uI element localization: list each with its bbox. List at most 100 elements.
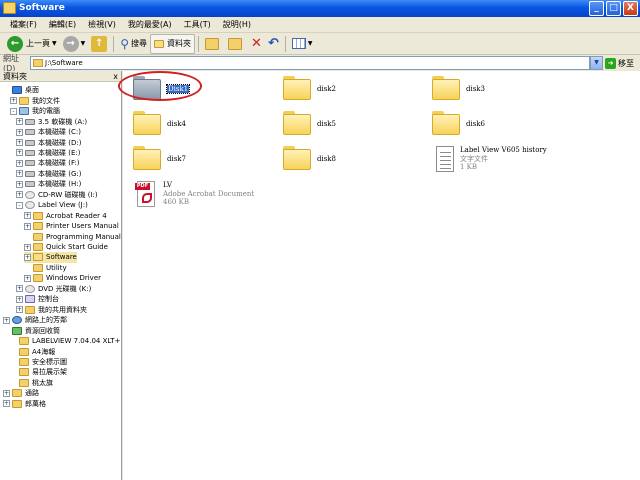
file-item[interactable]: disk2 <box>283 76 336 100</box>
tree-node-label: 桃太旗 <box>32 378 53 387</box>
expand-icon[interactable]: + <box>24 212 31 220</box>
tree-node[interactable]: + 控制台 <box>16 294 59 305</box>
back-button[interactable]: ← 上一頁 ▼ <box>4 34 60 54</box>
up-folder-button[interactable]: ↑ <box>88 34 110 54</box>
tree-node[interactable]: + 通路 <box>3 388 39 399</box>
maximize-button[interactable]: □ <box>606 1 621 16</box>
minimize-button[interactable]: _ <box>589 1 604 16</box>
menu-edit[interactable]: 編輯(E) <box>43 17 82 33</box>
menu-help[interactable]: 說明(H) <box>217 17 257 33</box>
expand-icon[interactable]: + <box>3 400 10 408</box>
tree-node[interactable]: + 網路上的芳鄰 <box>3 315 67 326</box>
delete-button[interactable]: ✕ <box>248 34 265 54</box>
folders-button[interactable]: 資料夾 <box>150 33 196 54</box>
tree-node-label: Printer Users Manual <box>46 222 119 231</box>
file-item[interactable]: disk7 <box>133 146 186 170</box>
expand-icon[interactable]: + <box>10 97 17 105</box>
views-icon <box>291 38 306 49</box>
search-button[interactable]: ⚲ 搜尋 <box>117 34 150 54</box>
file-item[interactable]: disk5 <box>283 111 336 135</box>
menu-favorites[interactable]: 我的最愛(A) <box>122 17 178 33</box>
tree-node[interactable]: 桌面 <box>3 85 39 96</box>
tree-node[interactable]: + Printer Users Manual <box>24 221 119 232</box>
close-pane-button[interactable]: x <box>113 71 118 82</box>
drive-icon <box>25 149 35 156</box>
copy-to-button[interactable] <box>225 34 248 54</box>
tree-node[interactable]: 易拉展示架 <box>10 367 67 378</box>
tree-node[interactable]: + 郎萬格 <box>3 399 46 410</box>
expand-icon[interactable]: + <box>24 253 31 261</box>
file-name: LV <box>163 181 172 189</box>
expand-icon[interactable]: + <box>3 389 10 397</box>
file-item[interactable]: disk4 <box>133 111 186 135</box>
expand-icon[interactable]: + <box>16 159 23 167</box>
go-button[interactable]: ➜ 移至 <box>605 56 634 70</box>
expand-icon[interactable]: + <box>16 170 23 178</box>
expand-icon[interactable]: + <box>16 149 23 157</box>
tree-node[interactable]: - Label View (J:) <box>16 200 88 211</box>
tree-node[interactable]: + 本機磁碟 (D:) <box>16 137 81 148</box>
tree-node[interactable]: + DVD 光碟機 (K:) <box>16 284 91 295</box>
expand-icon[interactable]: + <box>24 243 31 251</box>
tree-node[interactable]: A4海報 <box>10 346 55 357</box>
file-size: 460 KB <box>163 198 189 206</box>
expand-icon[interactable]: + <box>16 139 23 146</box>
menu-file[interactable]: 檔案(F) <box>4 17 43 33</box>
menu-view[interactable]: 檢視(V) <box>82 17 122 33</box>
drive-icon <box>25 129 35 136</box>
tree-node[interactable]: Programming Manual <box>24 231 121 242</box>
expand-icon[interactable]: + <box>16 306 23 314</box>
expand-icon[interactable]: + <box>16 118 23 126</box>
address-dropdown-button[interactable]: ▼ <box>590 56 603 70</box>
tree-node[interactable]: + CD-RW 磁碟機 (I:) <box>16 190 98 201</box>
tree-node[interactable]: 資源回收筒 <box>3 325 60 336</box>
cd-icon <box>25 190 35 199</box>
views-button[interactable]: ▼ <box>289 34 316 54</box>
title-bar[interactable]: Software _ □ X <box>0 0 640 17</box>
close-button[interactable]: X <box>623 1 638 16</box>
file-item[interactable]: PDF LV Adobe Acrobat Document 460 KB <box>133 181 254 207</box>
address-input[interactable]: J:\Software <box>30 56 590 70</box>
tree-node[interactable]: + Quick Start Guide <box>24 242 108 253</box>
tree-node-label: 易拉展示架 <box>32 368 67 377</box>
expand-icon[interactable]: + <box>24 274 31 282</box>
expand-icon[interactable]: + <box>16 180 23 188</box>
tree-node[interactable]: + 我的文件 <box>10 95 60 106</box>
tree-node-label: 本機磁碟 (D:) <box>38 138 82 147</box>
expand-icon[interactable]: + <box>16 191 23 199</box>
file-type: 文字文件 <box>460 154 488 163</box>
menu-tools[interactable]: 工具(T) <box>178 17 217 33</box>
file-item[interactable]: Label View V605 history 文字文件 1 KB <box>432 146 547 172</box>
tree-node[interactable]: + 本機磁碟 (C:) <box>16 127 81 138</box>
forward-arrow-icon: → <box>62 35 79 52</box>
tree-node[interactable]: + 本機磁碟 (G:) <box>16 169 81 180</box>
tree-node[interactable]: + Acrobat Reader 4 <box>24 210 107 221</box>
collapse-icon[interactable]: - <box>16 201 23 209</box>
tree-node[interactable]: 安全標示圖 <box>10 357 67 368</box>
file-item[interactable]: disk8 <box>283 146 336 170</box>
tree-node[interactable]: Utility <box>24 263 67 274</box>
tree-node[interactable]: + Windows Driver <box>24 273 101 284</box>
tree-node[interactable]: + 本機磁碟 (H:) <box>16 179 81 190</box>
chevron-down-icon: ▼ <box>307 40 313 47</box>
expand-icon[interactable]: + <box>16 128 23 136</box>
expand-icon[interactable]: + <box>16 285 23 293</box>
forward-button[interactable]: → ▼ <box>60 34 89 54</box>
file-item[interactable]: disk3 <box>432 76 485 100</box>
tree-node[interactable]: + 本機磁碟 (E:) <box>16 148 80 159</box>
search-label: 搜尋 <box>131 39 148 48</box>
undo-button[interactable]: ↶ <box>265 34 282 54</box>
expand-icon[interactable]: + <box>16 295 23 303</box>
collapse-icon[interactable]: - <box>10 107 17 115</box>
tree-node[interactable]: LABELVIEW 7.04.04 XLT+ <box>10 336 120 347</box>
tree-node[interactable]: - 我的電腦 <box>10 106 60 117</box>
expand-icon[interactable]: + <box>3 316 10 324</box>
move-to-button[interactable] <box>202 34 225 54</box>
tree-node[interactable]: 桃太旗 <box>10 378 53 389</box>
tree-node[interactable]: + Software <box>24 252 77 263</box>
expand-icon[interactable]: + <box>24 222 31 230</box>
tree-node[interactable]: +3.5 軟碟機 (A:) <box>16 116 87 127</box>
tree-node[interactable]: + 本機磁碟 (F:) <box>16 158 80 169</box>
tree-node[interactable]: + 我的共用資料夾 <box>16 304 87 315</box>
file-item[interactable]: disk6 <box>432 111 485 135</box>
